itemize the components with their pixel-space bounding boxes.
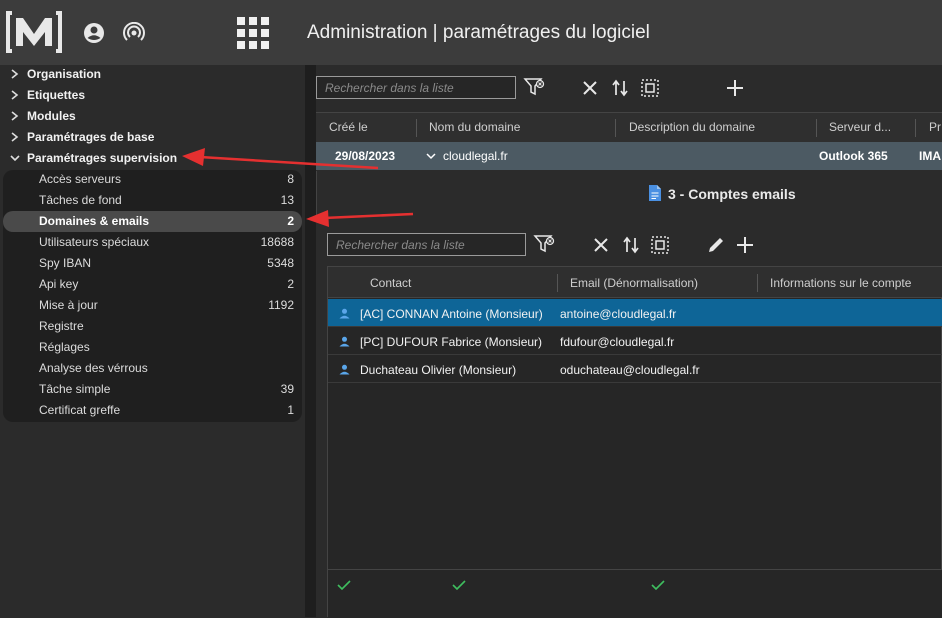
sidebar-item-analyse-verrous[interactable]: Analyse des vérrous [3,358,302,379]
col-domain-name[interactable]: Nom du domaine [429,120,520,134]
item-count: 5348 [267,256,294,270]
add-icon[interactable] [734,234,756,256]
email-accounts-grid: Contact Email (Dénormalisation) Informat… [327,266,942,618]
table-row[interactable]: Duchateau Olivier (Monsieur) oduchateau@… [328,355,942,383]
column-divider[interactable] [557,274,558,292]
row-server: Outlook 365 [819,149,888,163]
item-count: 2 [287,214,294,228]
person-icon [339,308,350,319]
contact-name: [PC] DUFOUR Fabrice (Monsieur) [360,335,543,349]
sidebar-item-domaines-emails[interactable]: Domaines & emails 2 [3,211,302,232]
sidebar: Organisation Etiquettes Modules Paramétr… [0,65,305,617]
broadcast-icon[interactable] [123,22,145,44]
column-divider[interactable] [757,274,758,292]
table-row[interactable]: [AC] CONNAN Antoine (Monsieur) antoine@c… [328,299,942,327]
sidebar-item-mise-a-jour[interactable]: Mise à jour 1192 [3,295,302,316]
person-icon [339,364,350,375]
col-contact[interactable]: Contact [370,276,411,290]
detail-title: 3 - Comptes emails [668,186,796,202]
sort-icon[interactable] [609,77,631,99]
contact-name: [AC] CONNAN Antoine (Monsieur) [360,307,543,321]
logo-icon[interactable] [6,10,62,54]
chevron-down-icon [10,155,20,162]
sort-icon[interactable] [620,234,642,256]
add-icon[interactable] [724,77,746,99]
chevron-right-icon [11,132,19,142]
detail-header: 3 - Comptes emails [316,171,942,215]
apps-grid-icon[interactable] [236,16,270,50]
chevron-down-icon[interactable] [426,151,436,161]
account-search-input[interactable]: Rechercher dans la liste [327,233,526,256]
column-divider[interactable] [416,119,417,137]
select-all-icon[interactable] [639,77,661,99]
contact-email: antoine@cloudlegal.fr [560,307,677,321]
chevron-right-icon [11,111,19,121]
item-count: 1192 [268,298,294,312]
sidebar-item-certificat-greffe[interactable]: Certificat greffe 1 [3,400,302,421]
contact-email: oduchateau@cloudlegal.fr [560,363,700,377]
sidebar-item-utilisateurs-speciaux[interactable]: Utilisateurs spéciaux 18688 [3,232,302,253]
tree-item-modules[interactable]: Modules [0,107,305,128]
sidebar-item-registre[interactable]: Registre [3,316,302,337]
table-row[interactable]: [PC] DUFOUR Fabrice (Monsieur) fdufour@c… [328,327,942,355]
row-protocol: IMA [919,149,941,163]
col-email[interactable]: Email (Dénormalisation) [570,276,698,290]
item-count: 1 [287,403,294,417]
row-domain: cloudlegal.fr [443,149,508,163]
sidebar-item-api-key[interactable]: Api key 2 [3,274,302,295]
item-count: 18688 [260,235,294,249]
item-count: 2 [287,277,294,291]
check-icon[interactable] [337,580,351,590]
edit-pencil-icon[interactable] [705,234,727,256]
col-server[interactable]: Serveur d... [829,120,891,134]
col-protocol[interactable]: Pr [929,120,941,134]
page-title: Administration | paramétrages du logicie… [307,22,650,43]
sidebar-item-taches-de-fond[interactable]: Tâches de fond 13 [3,190,302,211]
filter-icon[interactable] [533,233,555,255]
email-accounts-panel: Rechercher dans la liste Contact Email (… [327,215,942,618]
accounts-grid-header: Contact Email (Dénormalisation) Informat… [328,267,942,298]
tree-item-parametrages-base[interactable]: Paramétrages de base [0,128,305,149]
sidebar-item-spy-iban[interactable]: Spy IBAN 5348 [3,253,302,274]
domain-grid-header: Créé le Nom du domaine Description du do… [316,112,942,142]
domain-row[interactable]: 29/08/2023 cloudlegal.fr Outlook 365 IMA [316,142,942,170]
chevron-right-icon [11,69,19,79]
tree-item-etiquettes[interactable]: Etiquettes [0,86,305,107]
col-account-info[interactable]: Informations sur le compte [770,276,911,290]
document-icon [649,185,661,201]
contact-name: Duchateau Olivier (Monsieur) [360,363,517,377]
col-domain-description[interactable]: Description du domaine [629,120,755,134]
col-created[interactable]: Créé le [329,120,368,134]
contact-email: fdufour@cloudlegal.fr [560,335,675,349]
grid-footer [328,569,942,618]
row-date: 29/08/2023 [335,149,396,163]
chevron-right-icon [11,90,19,100]
tree-item-organisation[interactable]: Organisation [0,65,305,86]
sidebar-item-acces-serveurs[interactable]: Accès serveurs 8 [3,169,302,190]
item-count: 13 [280,193,294,207]
sidebar-scrollbar[interactable] [305,65,316,617]
close-icon[interactable] [590,234,612,256]
domain-search-input[interactable]: Rechercher dans la liste [316,76,516,99]
sidebar-item-reglages[interactable]: Réglages [3,337,302,358]
check-icon[interactable] [452,580,466,590]
user-account-icon[interactable] [83,22,105,44]
main-panel: Rechercher dans la liste Créé le Nom du … [316,65,942,618]
column-divider[interactable] [915,119,916,137]
item-count: 39 [280,382,294,396]
check-icon[interactable] [651,580,665,590]
filter-icon[interactable] [523,76,545,98]
column-divider[interactable] [816,119,817,137]
person-icon [339,336,350,347]
sidebar-item-tache-simple[interactable]: Tâche simple 39 [3,379,302,400]
select-all-icon[interactable] [649,234,671,256]
top-bar: Administration | paramétrages du logicie… [0,0,942,65]
item-count: 8 [287,172,294,186]
tree-item-parametrages-supervision[interactable]: Paramétrages supervision [0,149,305,170]
column-divider[interactable] [615,119,616,137]
close-icon[interactable] [579,77,601,99]
